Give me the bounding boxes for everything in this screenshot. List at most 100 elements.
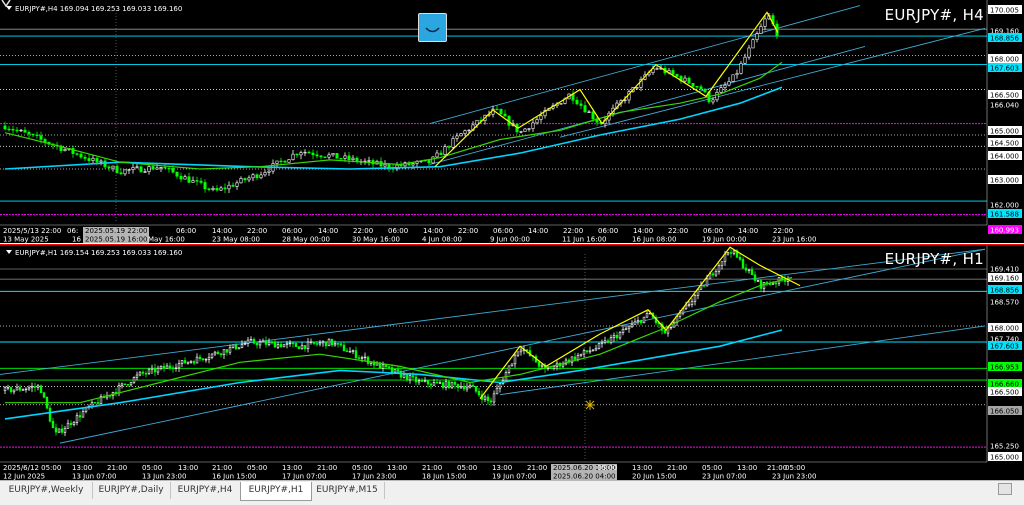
candle-bull — [455, 135, 459, 139]
candle-bull — [467, 129, 471, 132]
candle-bear — [264, 340, 268, 345]
candle-bull — [207, 357, 211, 360]
candle-bear — [48, 407, 52, 422]
candle-bear — [255, 342, 259, 346]
time-label: 2025/5/13 22:00 — [3, 227, 61, 235]
tab-eurjpy-h1[interactable]: EURJPY#,H1 — [240, 482, 312, 501]
time-label: 05:00 — [785, 464, 805, 472]
candle-bull — [12, 389, 16, 393]
ohlc-readout: EURJPY#,H1 169.154 169.253 169.033 169.1… — [15, 249, 183, 257]
candle-bull — [519, 349, 523, 353]
chart-canvas-h4[interactable]: 170.005169.160168.856168.000167.603166.5… — [0, 0, 1024, 243]
candle-bull — [72, 422, 76, 425]
moving-average-fast — [4, 61, 783, 170]
candle-bull — [507, 365, 511, 373]
candle-bear — [311, 152, 315, 156]
candle-bull — [300, 345, 304, 350]
candle-bear — [201, 358, 205, 360]
chart-pane-h4[interactable]: 170.005 169.160 168.856 168.000 167.603 166.5… — [0, 0, 1024, 243]
tab-scroll-icon[interactable] — [998, 483, 1012, 495]
chart-canvas-h1[interactable]: 169.410169.160168.856168.570168.000167.7… — [0, 244, 1024, 480]
candle-bear — [141, 371, 145, 374]
time-label: 22:00 — [668, 227, 688, 235]
candle-bear — [83, 156, 87, 159]
candle-bull — [459, 386, 463, 389]
candle-bear — [27, 132, 31, 135]
price-label: 166.040 — [990, 102, 1019, 110]
candle-bear — [215, 188, 219, 191]
candle-bear — [7, 128, 11, 131]
candle-bear — [486, 396, 490, 402]
candle-bear — [303, 345, 307, 349]
app-logo-icon[interactable] — [418, 13, 447, 42]
candle-bull — [180, 360, 184, 364]
symbol-label-h4: EURJPY#, H4 — [884, 6, 984, 24]
candle-bear — [163, 166, 167, 169]
candle-bear — [429, 383, 433, 386]
candle-bull — [591, 349, 595, 352]
candle-bear — [583, 105, 587, 113]
price-label: 168.570 — [990, 299, 1019, 307]
candle-bear — [768, 283, 772, 286]
candle-bull — [513, 354, 517, 365]
candle-bull — [258, 341, 262, 346]
candle-bear — [396, 369, 400, 372]
tab-eurjpy-weekly[interactable]: EURJPY#,Weekly — [0, 482, 93, 499]
candle-bear — [474, 386, 478, 392]
time-label: 06:00 — [598, 227, 618, 235]
candle-bear — [35, 134, 39, 136]
candle-bear — [151, 166, 155, 170]
chart-pane-h1[interactable]: 169.410 169.160 168.856 168.570 168.000 167.7… — [0, 244, 1024, 480]
candle-bear — [223, 187, 227, 190]
tab-eurjpy-h4[interactable]: EURJPY#,H4 — [170, 482, 241, 499]
candle-bear — [96, 402, 100, 404]
candle-bull — [24, 388, 28, 391]
candle-bear — [357, 357, 361, 359]
candle-bull — [367, 160, 371, 162]
candle-bull — [240, 344, 244, 348]
candle-bull — [288, 342, 292, 345]
candle-bull — [177, 363, 181, 369]
candle-bull — [603, 340, 607, 343]
candle-bull — [213, 351, 217, 355]
candle-bear — [573, 356, 577, 360]
time-label: 13:00 — [178, 464, 198, 472]
candle-bull — [594, 348, 598, 351]
candle-bull — [165, 365, 169, 369]
candle-bull — [559, 103, 563, 105]
candle-bull — [495, 387, 499, 395]
time-label: 13:00 — [632, 464, 652, 472]
candle-bear — [703, 88, 707, 93]
candle-bear — [179, 175, 183, 180]
candle-bull — [129, 382, 133, 386]
candle-bear — [234, 344, 238, 350]
time-label: 2025.06.20 04:00 — [553, 473, 615, 481]
candle-bear — [18, 387, 22, 391]
smile-icon — [425, 27, 440, 33]
candle-bull — [527, 128, 531, 130]
candle-bull — [147, 166, 151, 172]
price-label: 161.588 — [990, 211, 1019, 219]
candle-bull — [63, 149, 67, 151]
candle-bear — [60, 428, 64, 433]
dropdown-triangle-icon[interactable] — [6, 250, 12, 254]
candle-bull — [81, 411, 85, 418]
candle-bear — [575, 99, 579, 105]
candle-bear — [606, 340, 610, 343]
candle-bull — [717, 264, 721, 272]
candle-bull — [756, 280, 760, 282]
candle-bear — [615, 334, 619, 339]
tab-eurjpy-m15[interactable]: EURJPY#,M15 — [310, 482, 385, 499]
candle-bull — [287, 159, 291, 163]
time-label: 16 Jun 08:00 — [632, 236, 676, 244]
candle-bull — [237, 347, 241, 350]
candle-bull — [138, 371, 142, 376]
candle-bear — [79, 153, 83, 158]
candle-bull — [156, 367, 160, 373]
candle-bull — [247, 177, 251, 181]
candle-bull — [531, 122, 535, 129]
candle-bull — [30, 386, 34, 389]
time-label: 06:00 — [388, 227, 408, 235]
candle-bull — [117, 385, 121, 394]
tab-eurjpy-daily[interactable]: EURJPY#,Daily — [92, 482, 171, 499]
